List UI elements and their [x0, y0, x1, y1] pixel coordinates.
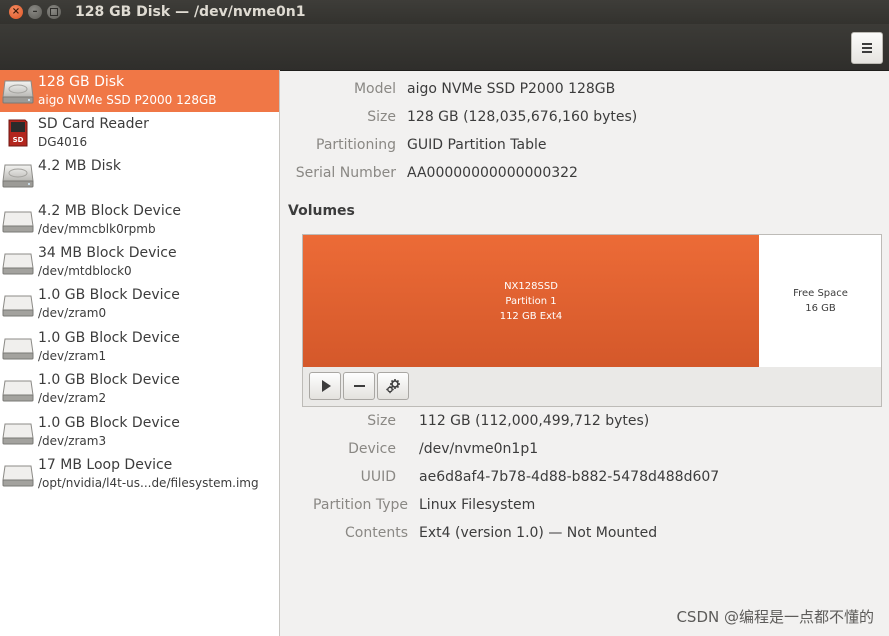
device-name: 1.0 GB Block Device	[38, 330, 180, 346]
device-name: 4.2 MB Block Device	[38, 203, 182, 219]
serial-number-value: AA00000000000000322	[407, 165, 578, 181]
block-device-icon	[1, 206, 35, 234]
contents-value: Ext4 (version 1.0) — Not Mounted	[419, 525, 658, 541]
minimize-window-button[interactable]: –	[28, 5, 42, 19]
partition-label: NX128SSD	[504, 280, 558, 292]
app-menu-button[interactable]	[851, 32, 883, 64]
partition-settings-button[interactable]	[377, 372, 409, 400]
device-item[interactable]: 128 GB Disk aigo NVMe SSD P2000 128GB	[0, 70, 279, 112]
partition-type-label: Partition Type	[313, 497, 408, 513]
hamburger-menu-icon	[862, 43, 872, 53]
sd-card-icon: SD	[1, 119, 35, 147]
serial-number-label: Serial Number	[295, 165, 396, 181]
header-bar	[0, 24, 889, 71]
model-label: Model	[353, 81, 396, 97]
block-device-icon	[1, 290, 35, 318]
device-subtitle: /dev/zram2	[38, 391, 107, 405]
device-name: 4.2 MB Disk	[38, 158, 121, 174]
partition-size-value: 112 GB (112,000,499,712 bytes)	[419, 413, 650, 429]
device-subtitle: /dev/mtdblock0	[38, 264, 132, 278]
device-name: 1.0 GB Block Device	[38, 287, 180, 303]
device-item[interactable]: 17 MB Loop Device/opt/nvidia/l4t-us...de…	[0, 453, 279, 495]
title-bar: × – 128 GB Disk — /dev/nvme0n1	[0, 0, 889, 24]
device-item[interactable]: 1.0 GB Block Device/dev/zram1	[0, 326, 279, 368]
device-name: 17 MB Loop Device	[38, 457, 173, 473]
contents-label: Contents	[345, 525, 408, 541]
partition-type-value: Linux Filesystem	[419, 497, 536, 513]
device-value: /dev/nvme0n1p1	[419, 441, 539, 457]
free-space-block[interactable]: Free Space 16 GB	[760, 235, 881, 367]
play-icon	[321, 380, 331, 392]
partitioning-label: Partitioning	[316, 137, 396, 153]
device-item[interactable]: 4.2 MB Block Device/dev/mmcblk0rpmb	[0, 199, 279, 241]
volumes-heading: Volumes	[288, 203, 355, 219]
model-value: aigo NVMe SSD P2000 128GB	[407, 81, 616, 97]
hard-disk-icon	[1, 77, 35, 105]
block-device-icon	[1, 375, 35, 403]
device-subtitle: /dev/zram3	[38, 434, 107, 448]
device-name: 34 MB Block Device	[38, 245, 177, 261]
device-subtitle: DG4016	[38, 135, 88, 149]
device-item[interactable]: 1.0 GB Block Device/dev/zram3	[0, 411, 279, 453]
free-space-label: Free Space	[793, 288, 848, 299]
device-list: 128 GB Disk aigo NVMe SSD P2000 128GB SD SD…	[0, 70, 280, 636]
maximize-window-button[interactable]	[47, 5, 61, 19]
delete-partition-button[interactable]	[343, 372, 375, 400]
partition-size-type: 112 GB Ext4	[499, 310, 563, 322]
minus-icon	[353, 385, 365, 387]
window-title: 128 GB Disk — /dev/nvme0n1	[75, 4, 306, 20]
device-subtitle: /dev/mmcblk0rpmb	[38, 222, 156, 236]
block-device-icon	[1, 460, 35, 488]
uuid-value: ae6d8af4-7b78-4d88-b882-5478d488d607	[419, 469, 720, 485]
disk-details-panel: Model aigo NVMe SSD P2000 128GB Size 128…	[280, 70, 889, 636]
mount-button[interactable]	[309, 372, 341, 400]
hard-disk-icon	[1, 161, 35, 189]
uuid-label: UUID	[360, 469, 396, 485]
size-value: 128 GB (128,035,676,160 bytes)	[407, 109, 638, 125]
device-item[interactable]: 1.0 GB Block Device/dev/zram2	[0, 368, 279, 410]
partition-1-block[interactable]: NX128SSD Partition 1 112 GB Ext4	[303, 235, 759, 367]
device-subtitle: /opt/nvidia/l4t-us...de/filesystem.img	[38, 476, 259, 490]
volume-toolbar	[302, 367, 882, 407]
svg-text:SD: SD	[13, 136, 24, 144]
size-label: Size	[367, 109, 396, 125]
device-label: Device	[348, 441, 396, 457]
device-item[interactable]: 1.0 GB Block Device/dev/zram0	[0, 283, 279, 325]
device-subtitle: /dev/zram1	[38, 349, 107, 363]
block-device-icon	[1, 418, 35, 446]
block-device-icon	[1, 248, 35, 276]
close-window-button[interactable]: ×	[9, 5, 23, 19]
partition-size-label: Size	[367, 413, 396, 429]
watermark: CSDN @编程是一点都不懂的	[676, 608, 874, 626]
device-item[interactable]: SD SD Card Reader DG4016	[0, 112, 279, 154]
volume-map: NX128SSD Partition 1 112 GB Ext4 Free Sp…	[302, 234, 882, 368]
device-name: SD Card Reader	[38, 116, 149, 132]
gears-icon	[386, 379, 400, 394]
device-subtitle: /dev/zram0	[38, 306, 107, 320]
partition-number: Partition 1	[505, 295, 557, 307]
device-name: 128 GB Disk	[38, 74, 125, 90]
partitioning-value: GUID Partition Table	[407, 137, 547, 153]
device-subtitle: aigo NVMe SSD P2000 128GB	[38, 93, 217, 107]
device-name: 1.0 GB Block Device	[38, 372, 180, 388]
device-item[interactable]: 34 MB Block Device/dev/mtdblock0	[0, 241, 279, 283]
device-item[interactable]: 4.2 MB Disk	[0, 154, 279, 196]
device-name: 1.0 GB Block Device	[38, 415, 180, 431]
free-space-size: 16 GB	[805, 303, 836, 314]
block-device-icon	[1, 333, 35, 361]
